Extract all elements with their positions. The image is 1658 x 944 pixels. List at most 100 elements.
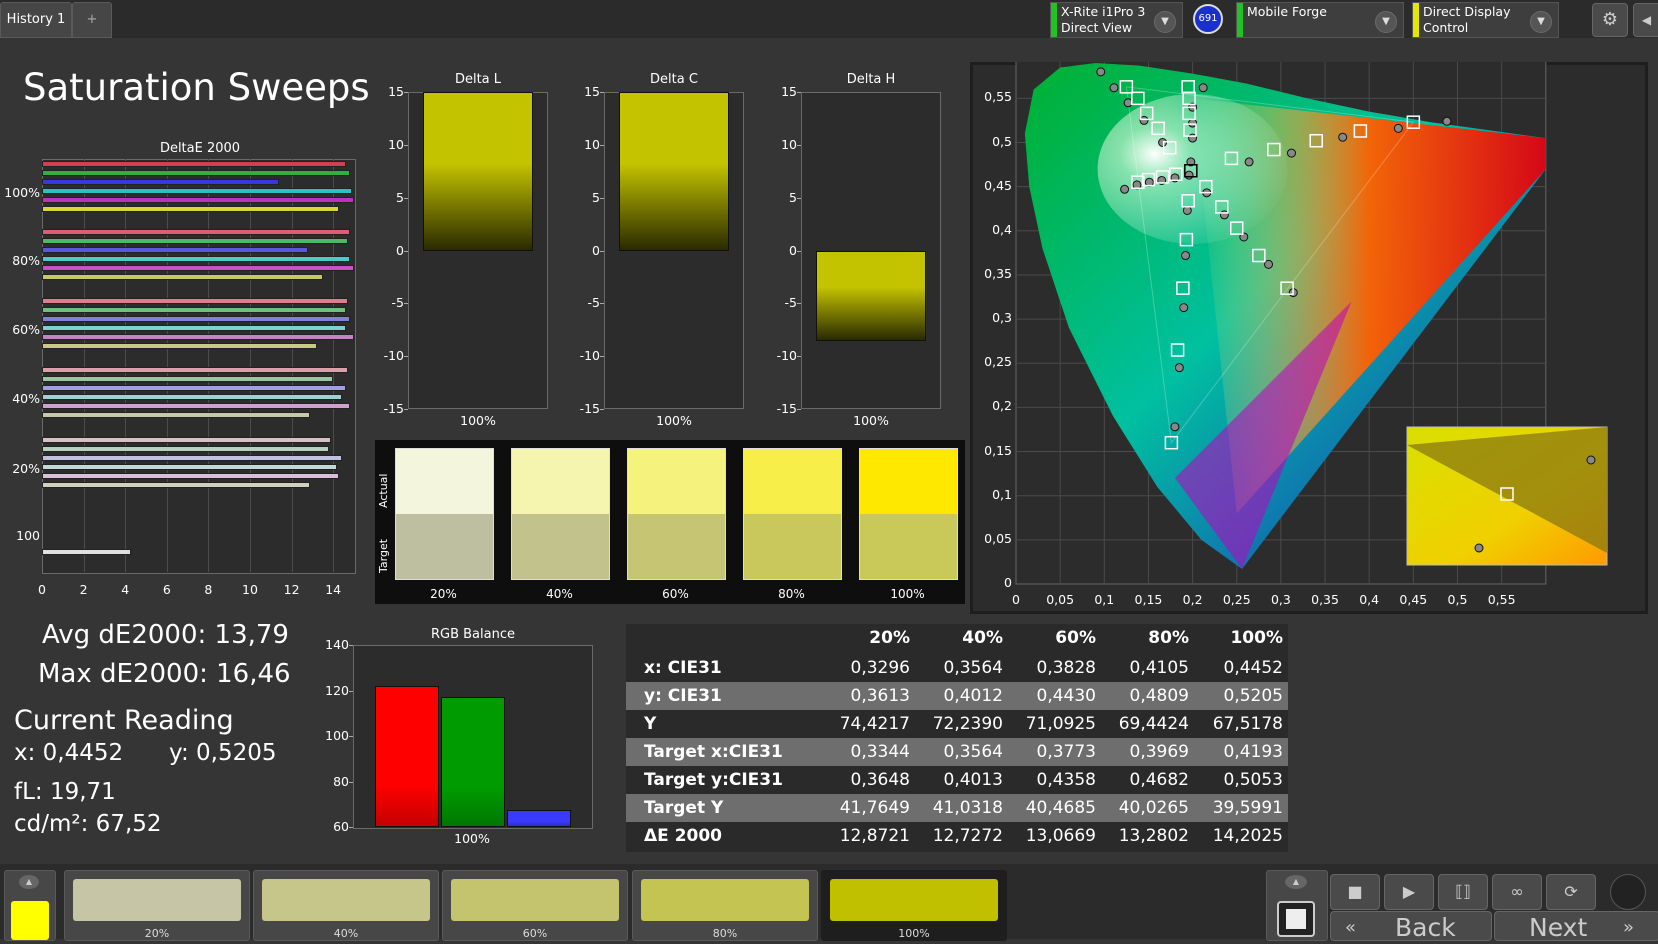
table-header-cell: 100% [1230,628,1283,648]
tick-mark [404,92,408,93]
chevron-down-icon: ▼ [1154,11,1176,33]
collapse-button[interactable]: ◀ [1633,3,1658,37]
stop-mode-button[interactable] [1277,901,1315,937]
tab-history-1[interactable]: History 1 [0,2,72,38]
y-group-label: 60% [12,322,40,337]
loop-button[interactable]: ∞ [1492,874,1542,910]
tick-mark [797,303,801,305]
grid-line [250,159,251,572]
y-tick-label: -10 [776,348,797,364]
control-selector[interactable]: Direct Display Control ▼ [1412,2,1559,38]
patch-20%[interactable]: 20% [64,870,250,941]
swatch-label: 100% [890,587,925,601]
stop-button[interactable]: ■ [1330,874,1380,910]
x-tick-label: 8 [204,582,213,597]
settings-button[interactable]: ⚙ [1592,3,1628,37]
cie-y-tick: 0,45 [984,177,1012,193]
swatch-60% [627,448,726,580]
table-cell: 39,5991 [1212,798,1283,818]
tick-mark [349,827,353,828]
y-tick-label: 60 [333,819,349,834]
table-row: y: CIE31 0,3613 0,4012 0,4430 0,4809 0,5205 [626,682,1288,710]
deltae-bar [42,394,342,400]
table-cell: 74,4217 [839,714,910,734]
row-label: Target y:CIE31 [644,770,783,790]
y-group-label: 100 [16,528,40,543]
patch-color [73,879,241,921]
deltae-bar [42,549,132,555]
tick-mark [404,303,408,305]
row-label: y: CIE31 [644,686,722,706]
measured-point [1120,184,1130,194]
delta-bar [619,92,729,251]
patch-60%[interactable]: 60% [442,870,628,941]
patch-color [262,879,430,921]
meter-badge[interactable]: 691 [1193,4,1223,34]
rgb-chart-title: RGB Balance [430,627,515,642]
repeat-step-button[interactable]: ⟦⟧ [1438,874,1488,910]
current-fl-value: fL: 19,71 [14,779,116,805]
cie-y-tick: 0,55 [984,89,1012,105]
tick-mark [349,781,353,783]
table-cell: 41,7649 [839,798,910,818]
deltae-bar [42,298,348,304]
y-tick-label: -10 [383,348,404,364]
next-button[interactable]: Next » [1494,911,1658,942]
measured-point [1286,148,1296,158]
tick-mark [600,250,604,252]
measured-point [1244,157,1254,167]
current-cdm-value: cd/m²: 67,52 [14,811,162,837]
next-label: Next [1529,913,1588,942]
grid-line [125,159,127,572]
refresh-button[interactable]: ⟳ [1546,874,1596,910]
swatch-actual [628,449,725,514]
cie-x-tick: 0 [1012,592,1020,607]
y-tick-label: 0 [592,242,600,258]
deltae-bar [42,482,311,488]
deltae-bar [42,170,350,176]
deltae-bar [42,437,332,443]
table-cell: 0,3344 [850,742,910,762]
add-tab-button[interactable]: + [72,2,112,38]
patch-label: 60% [522,927,548,940]
swatch-actual [396,449,493,514]
chevron-up-icon[interactable]: ▲ [19,875,39,889]
swatch-100% [859,448,958,580]
patch-40%[interactable]: 40% [253,870,439,941]
measured-point [1393,123,1403,133]
badge-count: 691 [1198,13,1218,24]
tick-mark [404,197,408,199]
table-cell: 0,4682 [1129,770,1189,790]
play-button[interactable]: ▶ [1384,874,1434,910]
patch-100%[interactable]: 100% [821,870,1007,941]
display-selector[interactable]: Mobile Forge ▼ [1236,2,1404,38]
table-cell: 0,3296 [850,658,910,678]
meter-selector[interactable]: X-Rite i1Pro 3 Direct View ▼ [1050,2,1183,38]
current-y-value: y: 0,5205 [169,740,277,766]
inset-measured-point [1586,455,1596,465]
x-tick-label: 0 [38,582,46,597]
cie-y-tick: 0,15 [984,442,1012,458]
patch-80%[interactable]: 80% [632,870,818,941]
cie-x-tick: 0,15 [1134,592,1163,607]
deltae-bar [42,179,280,185]
double-chevron-right-icon: » [1623,917,1635,938]
deltae-bar [42,247,309,253]
tick-mark [404,409,408,410]
rgb-bar-green [441,697,505,827]
y-tick-label: 120 [325,682,349,698]
deltae-bar [42,238,348,244]
y-tick-label: 5 [789,189,797,205]
y-tick-label: 10 [781,136,797,152]
y-tick-label: 80 [333,773,349,789]
chevron-up-icon[interactable]: ▲ [1285,875,1307,889]
back-label: Back [1395,913,1456,942]
back-button[interactable]: « Back [1330,911,1492,942]
table-cell: 0,3648 [850,770,910,790]
deltae-bar [42,464,338,470]
swatch-label: 20% [430,587,457,601]
deltae-bar [42,161,346,167]
table-header-cell: 60% [1055,628,1096,648]
y-group-label: 80% [12,253,40,268]
record-button[interactable] [1610,874,1646,910]
